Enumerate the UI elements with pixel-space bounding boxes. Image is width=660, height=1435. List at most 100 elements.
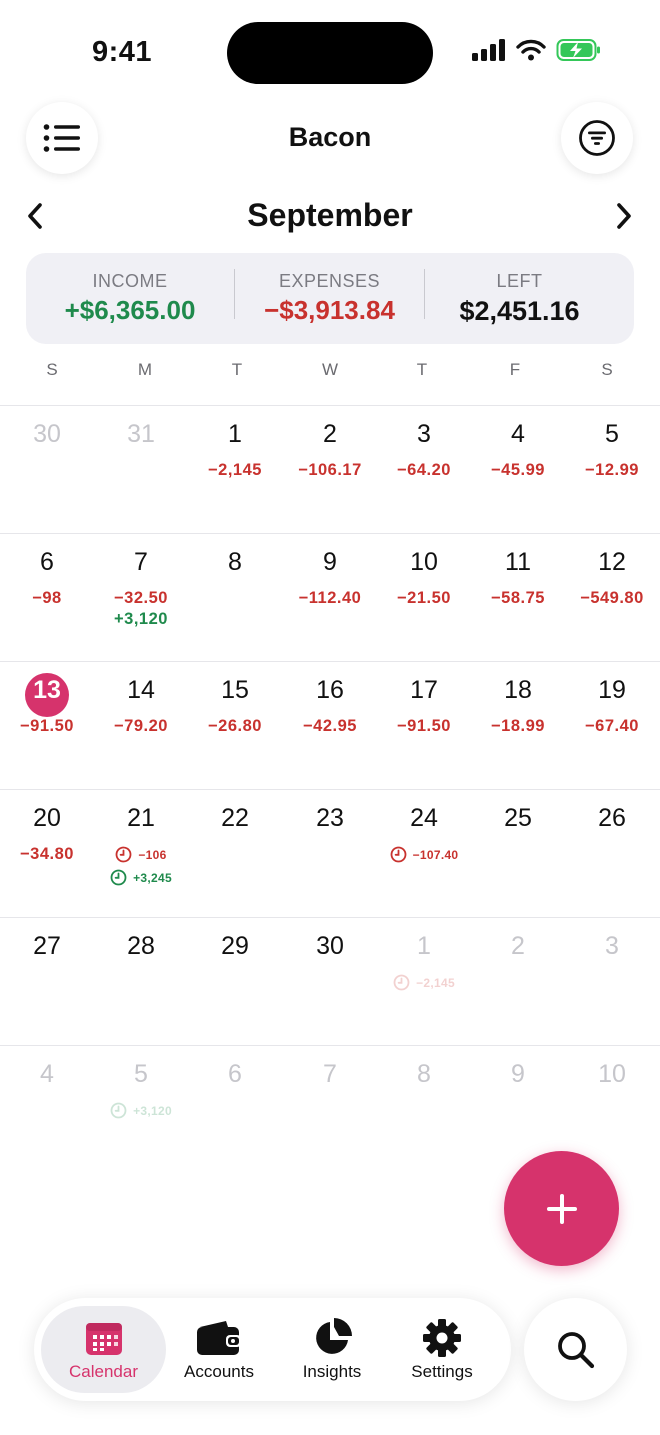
wifi-icon [516,39,546,61]
weekday-label: W [321,360,339,379]
month-navigation: September [0,192,660,242]
calendar-icon [85,1323,122,1355]
calendar-day-cell[interactable]: 11 −58.75 [471,534,565,662]
calendar-day-cell[interactable]: 16 −42.95 [283,662,377,790]
expense-amount: −107.40 [377,846,471,863]
calendar-day-cell[interactable]: 5 −12.99 [565,406,659,534]
dynamic-island [227,22,433,84]
calendar-day-cell[interactable]: 8 [188,534,282,662]
calendar-day-cell[interactable]: 30 [283,918,377,1046]
day-number: 16 [316,676,344,704]
calendar-day-cell[interactable]: 7 [283,1046,377,1174]
expense-amount: −64.20 [377,461,471,480]
amount-text: −91.50 [397,717,451,735]
day-number: 1 [228,420,242,448]
calendar-day-cell[interactable]: 10 −21.50 [377,534,471,662]
calendar-day-cell[interactable]: 13 −91.50 [0,662,94,790]
day-number: 4 [40,1060,54,1088]
calendar-day-cell[interactable]: 30 [0,406,94,534]
calendar-day-cell[interactable]: 29 [188,918,282,1046]
amount-text: −34.80 [20,845,74,863]
calendar-day-cell[interactable]: 7 −32.50 +3,120 [94,534,188,662]
day-number: 9 [323,548,337,576]
calendar-day-cell[interactable]: 1 −2,145 [188,406,282,534]
calendar-day-cell[interactable]: 9 −112.40 [283,534,377,662]
calendar-day-cell[interactable]: 21 −106 +3,245 [94,790,188,918]
calendar-day-cell[interactable]: 6 −98 [0,534,94,662]
calendar-day-cell[interactable]: 19 −67.40 [565,662,659,790]
tab-accounts[interactable]: Accounts [166,1306,272,1393]
calendar-day-cell[interactable]: 14 −79.20 [94,662,188,790]
calendar-day-cell[interactable]: 17 −91.50 [377,662,471,790]
calendar-day-cell[interactable]: 31 [94,406,188,534]
calendar-day-cell[interactable]: 2 [471,918,565,1046]
expense-amount: −91.50 [377,717,471,736]
income-value: +$6,365.00 [64,295,196,325]
calendar-day-cell[interactable]: 3 −64.20 [377,406,471,534]
status-time: 9:41 [92,36,153,68]
expense-amount: −32.50 [94,589,188,608]
calendar-day-cell[interactable]: 24 −107.40 [377,790,471,918]
clock-icon [393,974,410,991]
amount-text: −67.40 [585,717,639,735]
day-number: 8 [417,1060,431,1088]
day-number: 13 [33,676,61,704]
amount-text: −2,145 [208,461,262,479]
calendar-day-cell[interactable]: 22 [188,790,282,918]
expense-amount: −12.99 [565,461,659,480]
status-bar: 9:41 [0,0,660,100]
amount-text: −32.50 [114,589,168,607]
calendar-day-cell[interactable]: 23 [283,790,377,918]
day-number: 12 [598,548,626,576]
amount-text: −98 [32,589,62,607]
calendar-day-cell[interactable]: 18 −18.99 [471,662,565,790]
calendar-day-cell[interactable]: 12 −549.80 [565,534,659,662]
day-number: 30 [33,420,61,448]
amount-text: −106.17 [298,461,362,479]
next-month-button[interactable] [606,198,642,234]
search-button[interactable] [524,1298,627,1401]
monthly-summary: INCOME +$6,365.00 EXPENSES −$3,913.84 LE… [26,253,634,344]
amount-text: −18.99 [491,717,545,735]
calendar-day-cell[interactable]: 4 [0,1046,94,1174]
tab-insights[interactable]: Insights [279,1306,385,1393]
amount-text: −107.40 [412,847,459,862]
calendar-day-cell[interactable]: 25 [471,790,565,918]
calendar-day-cell[interactable]: 5 +3,120 [94,1046,188,1174]
expenses-label: EXPENSES [278,271,381,291]
day-number: 17 [410,676,438,704]
wallet-icon [197,1321,241,1355]
amount-text: −12.99 [585,461,639,479]
day-number: 28 [127,932,155,960]
calendar-day-cell[interactable]: 3 [565,918,659,1046]
chevron-right-icon [617,203,631,229]
calendar-day-cell[interactable]: 20 −34.80 [0,790,94,918]
amount-text: −42.95 [303,717,357,735]
calendar-day-cell[interactable]: 27 [0,918,94,1046]
calendar-day-cell[interactable]: 2 −106.17 [283,406,377,534]
calendar-day-cell[interactable]: 28 [94,918,188,1046]
left-summary: LEFT $2,451.16 [425,253,614,344]
calendar-day-cell[interactable]: 26 [565,790,659,918]
calendar-day-cell[interactable]: 4 −45.99 [471,406,565,534]
day-number: 3 [605,932,619,960]
tab-calendar[interactable]: Calendar [41,1306,166,1393]
amount-text: −91.50 [20,717,74,735]
calendar-week-row: 13 −91.50 14 −79.20 15 −26.80 16 −42.95 17 −91.50… [0,661,660,789]
left-label: LEFT [496,271,543,291]
day-number: 3 [417,420,431,448]
expense-amount: −549.80 [565,589,659,608]
calendar-day-cell[interactable]: 8 [377,1046,471,1174]
calendar-day-cell[interactable]: 1 −2,145 [377,918,471,1046]
search-icon [557,1331,594,1368]
day-number: 26 [598,804,626,832]
tab-settings[interactable]: Settings [390,1306,494,1393]
income-amount: +3,120 [94,610,188,629]
weekday-label: T [231,360,243,379]
filter-button[interactable] [561,102,633,174]
expense-amount: −106.17 [283,461,377,480]
amount-text: −79.20 [114,717,168,735]
calendar-day-cell[interactable]: 6 [188,1046,282,1174]
calendar-day-cell[interactable]: 15 −26.80 [188,662,282,790]
add-transaction-button[interactable] [504,1151,619,1266]
